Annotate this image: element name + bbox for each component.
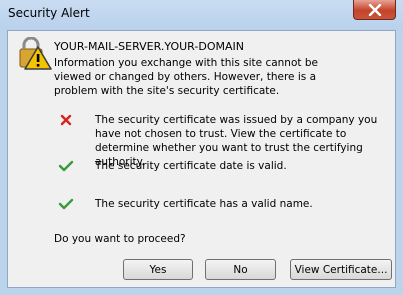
green-check-icon (58, 198, 74, 210)
security-warning-lock-icon (19, 37, 52, 70)
yes-button[interactable]: Yes (123, 259, 193, 280)
green-check-icon (58, 160, 74, 172)
close-icon (368, 3, 381, 16)
check-text: The security certificate date is valid. (95, 160, 287, 172)
proceed-question: Do you want to proceed? (54, 233, 186, 245)
no-button[interactable]: No (205, 259, 276, 280)
server-name: YOUR-MAIL-SERVER.YOUR-DOMAIN (54, 40, 244, 53)
dialog-body: YOUR-MAIL-SERVER.YOUR-DOMAIN Information… (7, 30, 396, 288)
check-text: The security certificate has a valid nam… (95, 198, 313, 210)
title-bar[interactable]: Security Alert (0, 0, 403, 30)
window-title: Security Alert (8, 6, 90, 20)
security-alert-dialog: Security Alert YOUR-MAIL-SERVER.YOUR-DOM… (0, 0, 403, 295)
close-button[interactable] (353, 0, 396, 20)
red-x-icon (60, 114, 72, 126)
intro-text: Information you exchange with this site … (54, 57, 318, 97)
view-certificate-button[interactable]: View Certificate... (290, 259, 392, 280)
